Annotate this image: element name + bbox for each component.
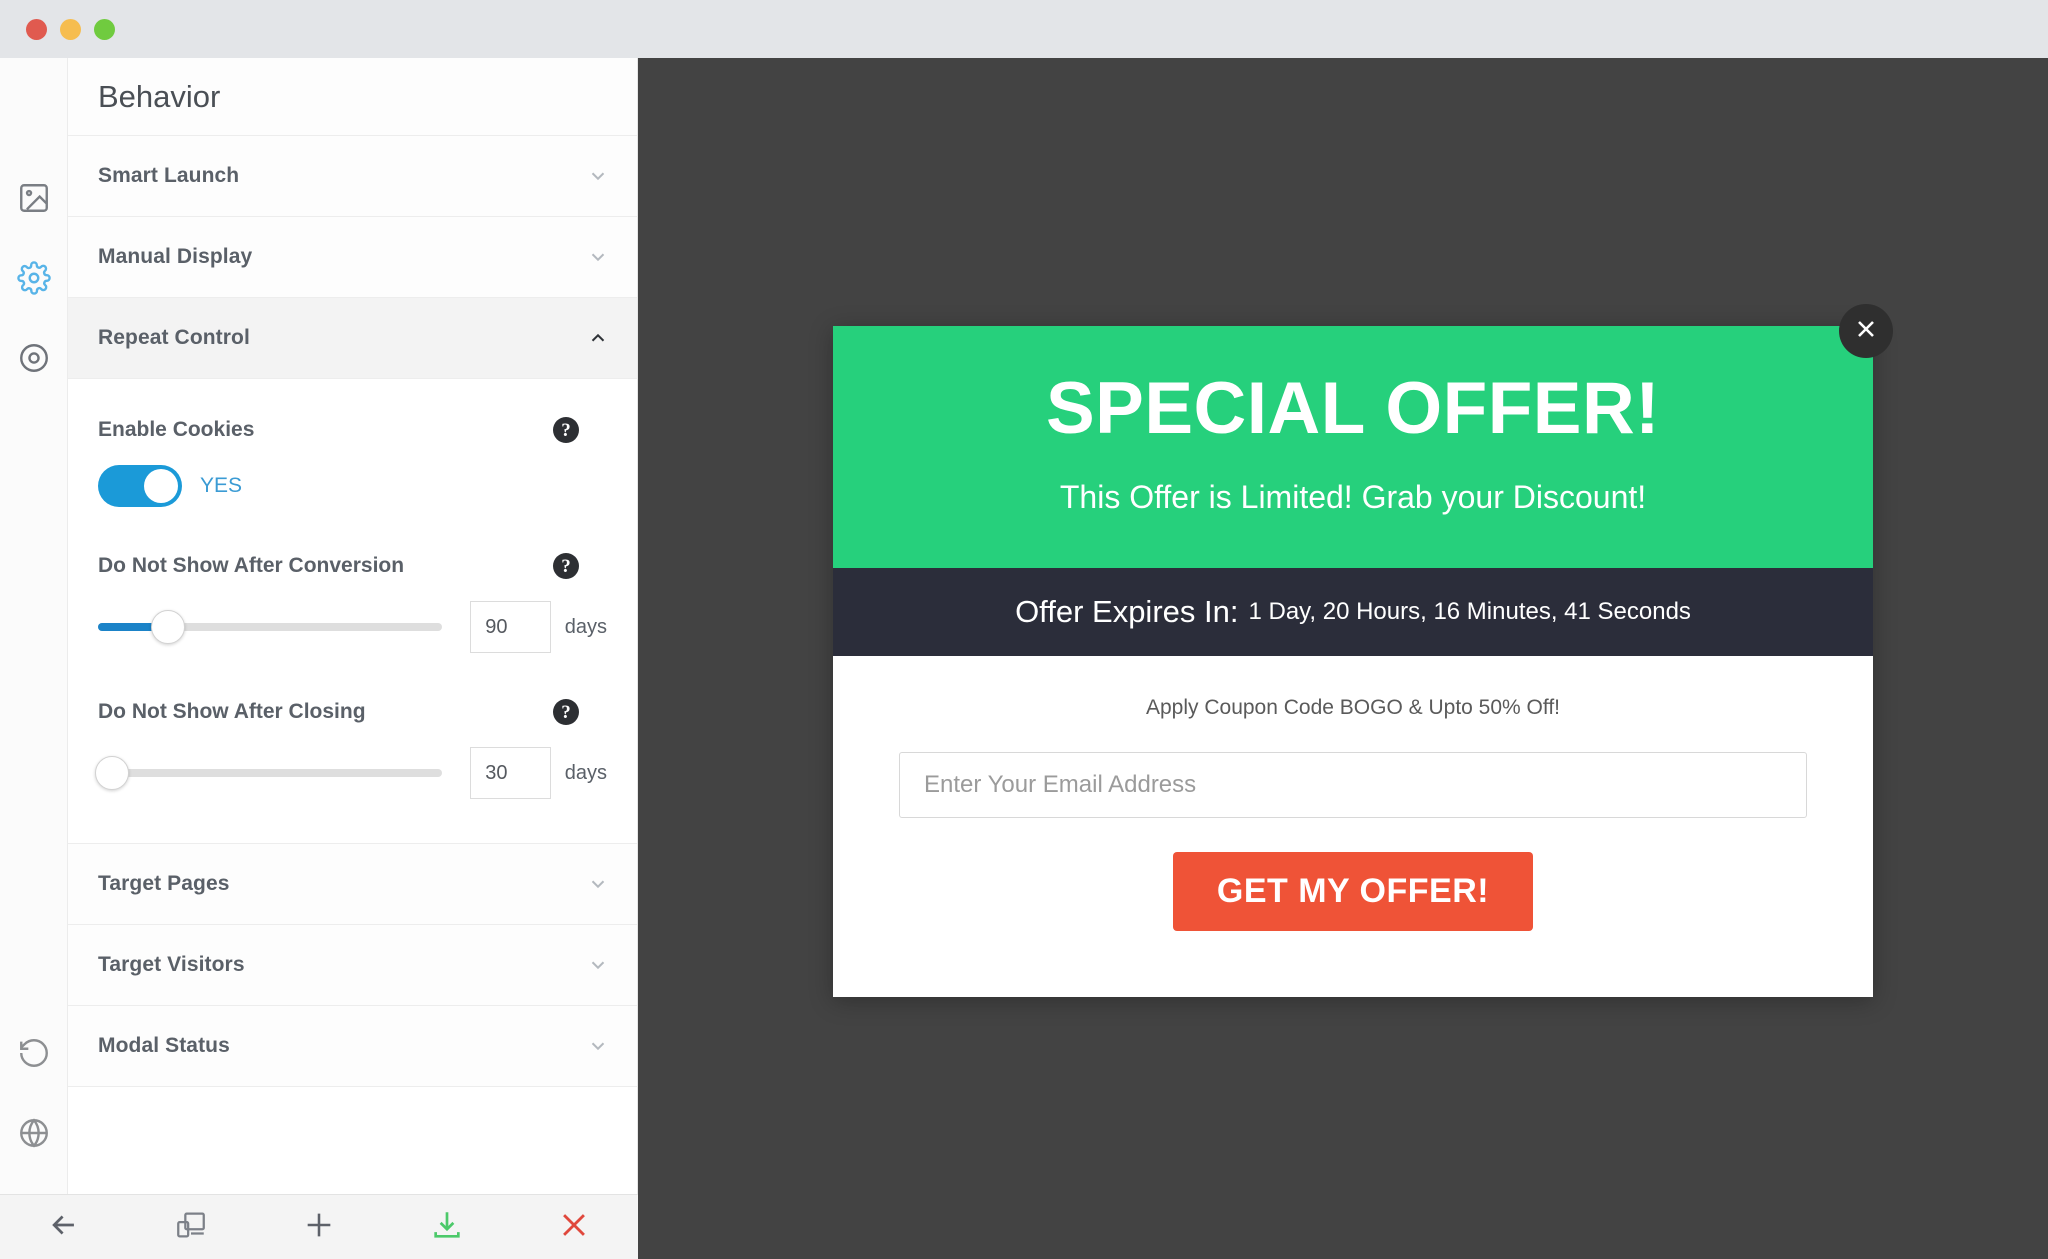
after-closing-value-input[interactable]: 30	[470, 747, 551, 799]
window-titlebar	[0, 0, 2048, 58]
window-minimize-button[interactable]	[60, 18, 81, 40]
accordion-label: Modal Status	[98, 1034, 230, 1057]
after-closing-slider[interactable]	[95, 756, 443, 790]
globe-icon	[17, 1116, 51, 1150]
accordion-modal-status[interactable]: Modal Status	[68, 1006, 637, 1087]
toolbar-add-button[interactable]	[255, 1195, 383, 1259]
chevron-up-icon	[587, 327, 609, 349]
modal-body: Apply Coupon Code BOGO & Upto 50% Off! G…	[833, 656, 1873, 997]
plus-icon	[302, 1208, 336, 1247]
field-header: Do Not Show After Conversion ?	[98, 553, 607, 579]
accordion-label: Manual Display	[98, 245, 253, 268]
slider-handle[interactable]	[95, 756, 130, 790]
field-label: Do Not Show After Closing	[98, 700, 366, 723]
panel-tail-spacer	[68, 1087, 637, 1129]
field-label: Do Not Show After Conversion	[98, 554, 405, 577]
page-title: Behavior	[68, 58, 637, 136]
chevron-down-icon	[587, 873, 609, 895]
slider-handle[interactable]	[151, 610, 186, 644]
accordion-manual-display[interactable]: Manual Display	[68, 217, 637, 298]
toggle-knob	[144, 469, 178, 503]
icon-rail-top-group	[0, 158, 68, 398]
modal-headline: SPECIAL OFFER!	[1045, 368, 1661, 449]
enable-cookies-toggle-group: YES	[98, 465, 607, 507]
chevron-down-icon	[587, 1035, 609, 1057]
rail-item-history[interactable]	[0, 1013, 68, 1093]
modal-subheadline: This Offer is Limited! Grab your Discoun…	[1059, 479, 1647, 515]
rail-item-behavior[interactable]	[0, 318, 68, 398]
chevron-down-icon	[587, 165, 609, 187]
window-maximize-button[interactable]	[94, 18, 115, 40]
field-enable-cookies: Enable Cookies ? YES	[98, 417, 607, 507]
accordion-label: Target Visitors	[98, 953, 245, 976]
after-conversion-value-input[interactable]: 90	[470, 601, 551, 653]
accordion-label: Smart Launch	[98, 164, 240, 187]
image-icon	[17, 181, 51, 215]
gear-icon	[17, 261, 51, 295]
help-icon[interactable]: ?	[553, 553, 579, 579]
accordion-label: Repeat Control	[98, 326, 250, 349]
toolbar-close-button[interactable]	[510, 1195, 638, 1259]
countdown-value: 1 Day, 20 Hours, 16 Minutes, 41 Seconds	[1248, 598, 1691, 625]
modal-close-button[interactable]	[1839, 304, 1893, 358]
accordion-target-pages[interactable]: Target Pages	[68, 844, 637, 925]
toolbar-back-button[interactable]	[0, 1195, 128, 1259]
window-close-button[interactable]	[26, 18, 47, 40]
close-x-icon	[1852, 315, 1880, 348]
after-conversion-unit: days	[564, 615, 607, 638]
enable-cookies-toggle[interactable]	[98, 465, 182, 507]
bottom-toolbar	[0, 1194, 638, 1259]
icon-rail	[0, 58, 68, 1194]
modal-header: SPECIAL OFFER! This Offer is Limited! Gr…	[833, 326, 1873, 568]
email-input[interactable]	[899, 752, 1807, 818]
download-icon	[430, 1208, 464, 1247]
field-header: Enable Cookies ?	[98, 417, 607, 443]
field-after-closing: Do Not Show After Closing ? 30 days	[95, 699, 607, 799]
field-header: Do Not Show After Closing ?	[98, 699, 607, 725]
after-conversion-slider[interactable]	[98, 610, 443, 644]
preview-canvas: SPECIAL OFFER! This Offer is Limited! Gr…	[638, 58, 2048, 1259]
help-icon[interactable]: ?	[553, 699, 579, 725]
toolbar-responsive-button[interactable]	[128, 1195, 256, 1259]
target-icon	[17, 341, 51, 375]
chevron-down-icon	[587, 246, 609, 268]
accordion-repeat-control[interactable]: Repeat Control	[68, 298, 637, 379]
history-icon	[17, 1036, 51, 1070]
accordion-target-visitors[interactable]: Target Visitors	[68, 925, 637, 1006]
after-closing-row: 30 days	[95, 747, 607, 799]
modal-countdown-bar: Offer Expires In: 1 Day, 20 Hours, 16 Mi…	[833, 568, 1873, 656]
coupon-text: Apply Coupon Code BOGO & Upto 50% Off!	[1145, 696, 1560, 719]
after-closing-unit: days	[564, 761, 607, 784]
window-controls	[26, 18, 115, 40]
accordion-label: Target Pages	[98, 872, 230, 895]
rail-item-globe[interactable]	[0, 1093, 68, 1173]
field-after-conversion: Do Not Show After Conversion ? 90 days	[98, 553, 607, 653]
toolbar-save-button[interactable]	[383, 1195, 511, 1259]
toggle-state-label: YES	[200, 474, 243, 497]
repeat-control-body: Enable Cookies ? YES Do Not Show After C…	[68, 379, 637, 844]
after-conversion-row: 90 days	[98, 601, 607, 653]
field-label: Enable Cookies	[98, 418, 255, 441]
app-root: Behavior Smart Launch Manual Display Rep…	[0, 0, 2048, 1259]
close-x-icon	[557, 1208, 591, 1247]
back-arrow-icon	[47, 1208, 81, 1247]
help-icon[interactable]: ?	[553, 417, 579, 443]
popup-modal-preview: SPECIAL OFFER! This Offer is Limited! Gr…	[833, 304, 1893, 997]
rail-item-settings[interactable]	[0, 238, 68, 318]
icon-rail-bottom-group	[0, 1013, 68, 1173]
countdown-label: Offer Expires In:	[1015, 594, 1239, 629]
behavior-settings-panel: Behavior Smart Launch Manual Display Rep…	[68, 58, 638, 1194]
chevron-down-icon	[587, 954, 609, 976]
responsive-preview-icon	[174, 1208, 208, 1247]
accordion-smart-launch[interactable]: Smart Launch	[68, 136, 637, 217]
get-my-offer-button[interactable]: GET MY OFFER!	[1172, 852, 1534, 931]
rail-item-image[interactable]	[0, 158, 68, 238]
